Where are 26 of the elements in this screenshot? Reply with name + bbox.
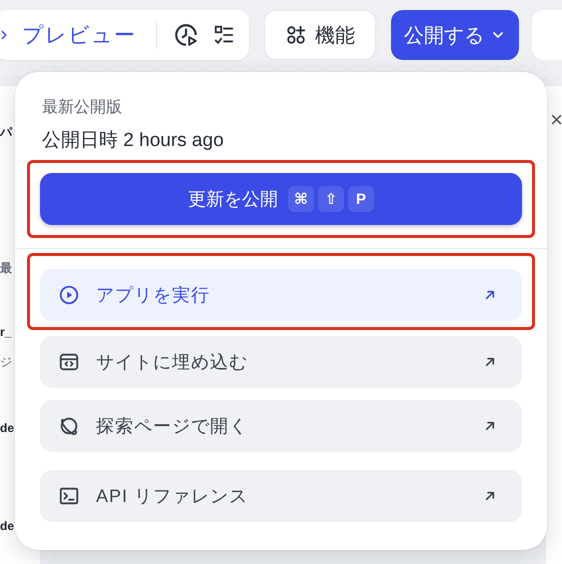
panel-text: ジ	[0, 354, 13, 370]
panel-text: de	[0, 420, 16, 436]
panel-text: de	[0, 518, 16, 534]
menu-heading: 最新公開版	[42, 98, 123, 118]
key-badge: ⌘	[288, 186, 314, 212]
features-button[interactable]: 機能	[264, 10, 376, 60]
publish-button[interactable]: 公開する	[391, 10, 519, 60]
key-badge: P	[348, 186, 374, 212]
checklist-icon[interactable]	[213, 24, 235, 46]
preview-link[interactable]: プレビュー	[22, 21, 136, 49]
menu-item[interactable]: サイトに埋め込む	[40, 336, 522, 388]
panel-text: r_	[0, 324, 12, 340]
key-badge: ⇧	[318, 186, 344, 212]
planet-icon	[58, 415, 80, 437]
menu-item[interactable]: 探索ページで開く	[40, 400, 522, 452]
menu-item[interactable]: API リファレンス	[40, 470, 522, 522]
menu-item[interactable]: アプリを実行	[40, 269, 522, 321]
terminal-icon	[58, 485, 80, 507]
clock-play-icon[interactable]	[173, 22, 199, 48]
play-icon	[58, 284, 80, 306]
panel-text: 最	[0, 260, 13, 276]
code-window-icon	[58, 351, 80, 373]
publish-date: 公開日時 2 hours ago	[42, 129, 225, 153]
update-publish-button[interactable]: 更新を公開 ⌘ ⇧ P	[40, 173, 522, 225]
close-icon[interactable]: ×	[550, 109, 562, 131]
shapes-plus-icon	[285, 24, 308, 46]
